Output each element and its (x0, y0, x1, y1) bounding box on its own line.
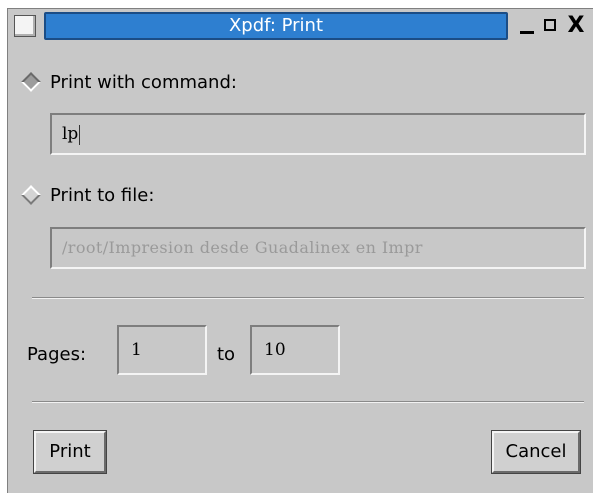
maximize-icon[interactable] (540, 13, 564, 39)
print-file-radio[interactable] (21, 185, 41, 205)
cancel-button[interactable]: Cancel (491, 430, 581, 474)
print-with-command-option[interactable]: Print with command: (20, 68, 237, 96)
separator-top (32, 297, 584, 299)
print-file-value: /root/Impresion desde Guadalinex en Impr (62, 238, 423, 257)
print-file-field[interactable]: /root/Impresion desde Guadalinex en Impr (50, 227, 586, 269)
text-cursor (79, 124, 81, 145)
pages-label: Pages: (27, 344, 87, 365)
pages-to-field[interactable]: 10 (250, 325, 340, 375)
print-command-field[interactable]: lp (50, 113, 586, 155)
title-panel[interactable]: Xpdf: Print (44, 12, 508, 40)
print-dialog: Xpdf: Print X Print with command: lp Pri… (7, 8, 593, 493)
close-icon[interactable]: X (564, 13, 588, 39)
minimize-icon[interactable] (516, 13, 540, 39)
print-file-label: Print to file: (50, 184, 155, 206)
window-title: Xpdf: Print (228, 15, 324, 36)
pages-from-field[interactable]: 1 (117, 325, 207, 375)
window-menu-icon[interactable] (14, 15, 36, 37)
separator-bottom (32, 401, 584, 403)
print-command-value: lp (62, 124, 79, 144)
print-to-file-option[interactable]: Print to file: (20, 181, 154, 209)
print-command-radio[interactable] (21, 72, 41, 92)
pages-to-value: 10 (264, 340, 286, 360)
title-bar: Xpdf: Print X (8, 9, 593, 45)
pages-from-value: 1 (131, 340, 142, 360)
print-button[interactable]: Print (33, 430, 107, 474)
print-command-label: Print with command: (50, 71, 237, 93)
pages-to-label: to (217, 344, 236, 365)
